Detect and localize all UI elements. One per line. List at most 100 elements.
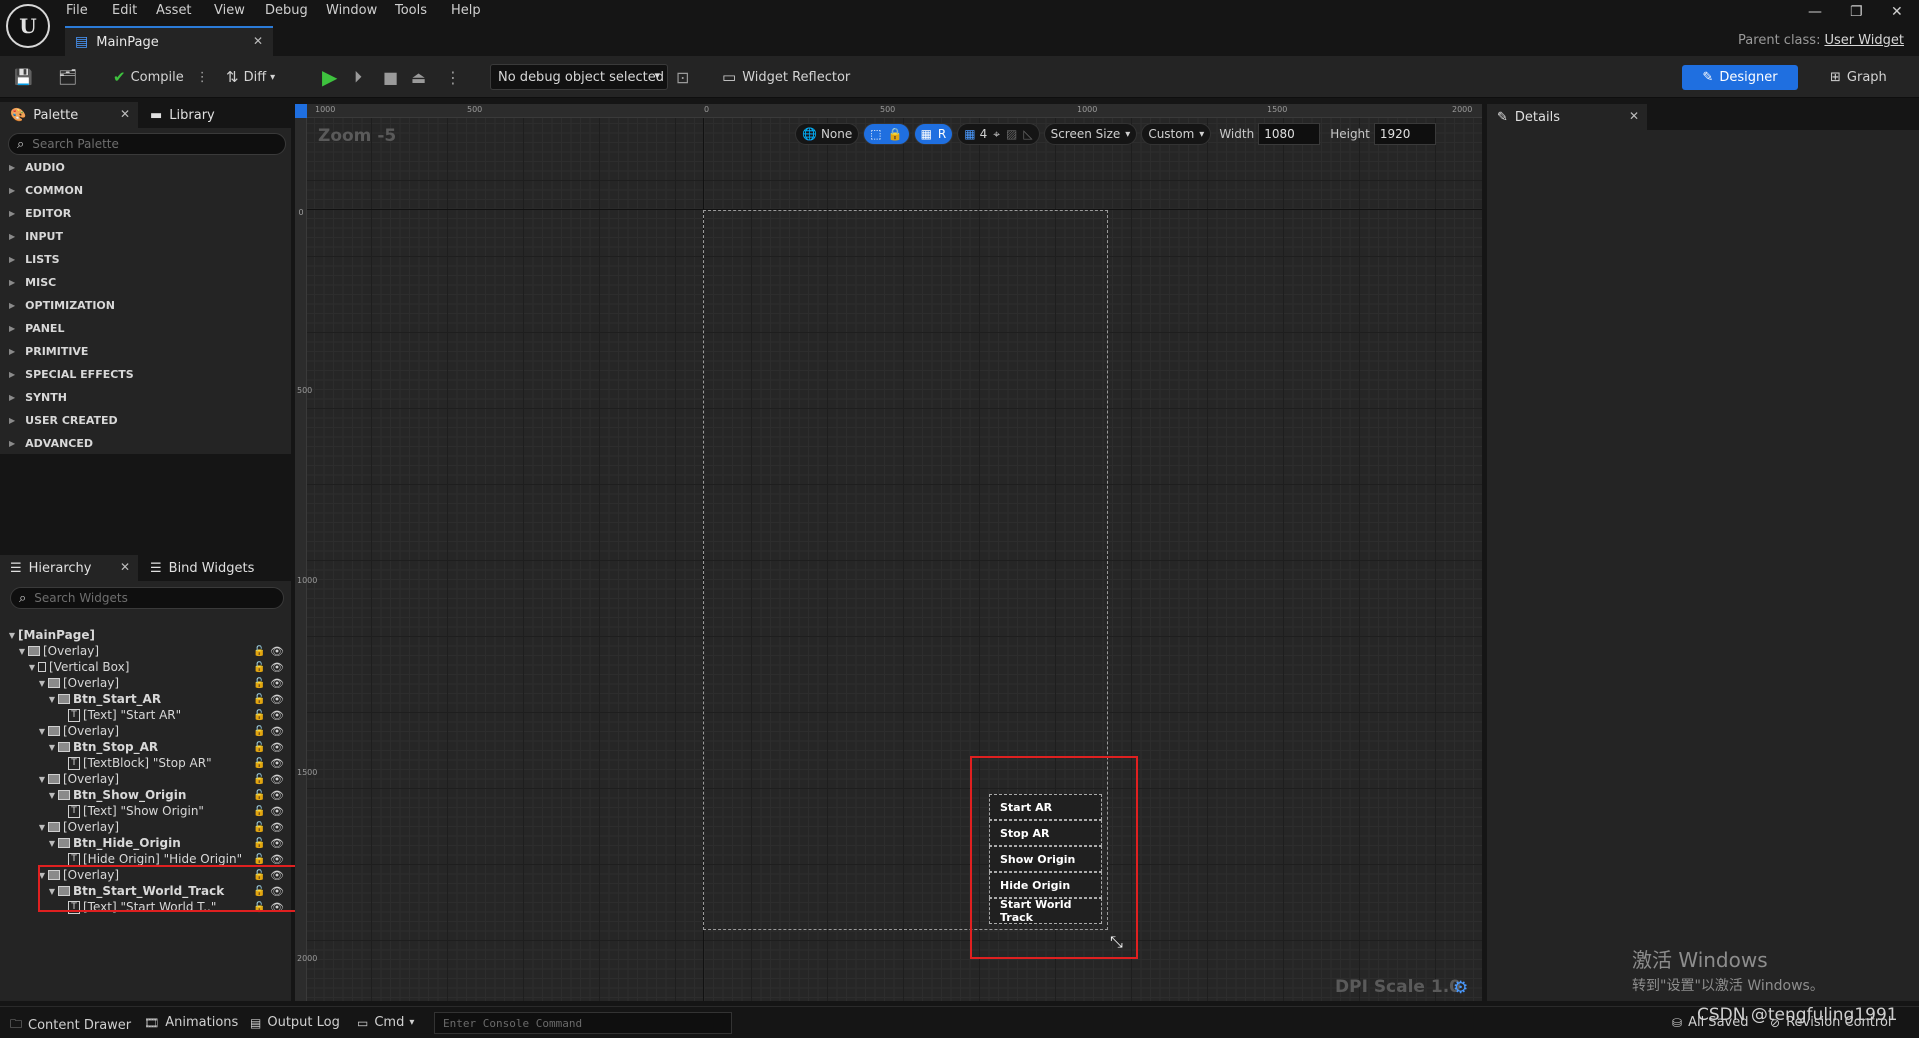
- collapse-arrow-icon[interactable]: ▼: [26, 663, 38, 672]
- palette-category[interactable]: ▶ COMMON: [0, 179, 290, 202]
- palette-category[interactable]: ▶ LISTS: [0, 248, 290, 271]
- hierarchy-row[interactable]: ▼ [Overlay] 🔓 👁: [0, 675, 290, 691]
- visibility-eye-icon[interactable]: 👁: [270, 725, 284, 738]
- palette-category[interactable]: ▶ USER CREATED: [0, 409, 290, 432]
- palette-category[interactable]: ▶ SPECIAL EFFECTS: [0, 363, 290, 386]
- visibility-eye-icon[interactable]: 👁: [270, 837, 284, 850]
- animations-button[interactable]: 🎞 Animations: [144, 1015, 238, 1030]
- menu-debug[interactable]: Debug: [265, 3, 308, 18]
- stop-button[interactable]: ■: [383, 64, 398, 90]
- visibility-eye-icon[interactable]: 👁: [270, 709, 284, 722]
- unlock-icon[interactable]: 🔓: [253, 854, 265, 865]
- tab-hierarchy[interactable]: ☰ Hierarchy ✕: [0, 555, 138, 581]
- palette-category[interactable]: ▶ MISC: [0, 271, 290, 294]
- compile-options-icon[interactable]: ⋮: [196, 70, 209, 85]
- debug-find-button[interactable]: ⊡: [676, 64, 689, 90]
- collapse-arrow-icon[interactable]: ▼: [36, 727, 48, 736]
- palette-category[interactable]: ▶ OPTIMIZATION: [0, 294, 290, 317]
- unlock-icon[interactable]: 🔓: [253, 694, 265, 705]
- visibility-eye-icon[interactable]: 👁: [270, 773, 284, 786]
- browse-button[interactable]: 🗂: [58, 64, 77, 90]
- collapse-arrow-icon[interactable]: ▼: [46, 839, 58, 848]
- diff-button[interactable]: ⇅ Diff ▾: [226, 64, 275, 90]
- visibility-eye-icon[interactable]: 👁: [270, 821, 284, 834]
- save-button[interactable]: 💾: [14, 64, 33, 90]
- close-tab-icon[interactable]: ✕: [1629, 109, 1639, 123]
- console-command-input[interactable]: Enter Console Command: [434, 1012, 732, 1034]
- close-window-icon[interactable]: ✕: [1891, 4, 1903, 20]
- restore-icon[interactable]: ❐: [1850, 4, 1863, 20]
- tab-details[interactable]: ✎ Details ✕: [1487, 104, 1647, 130]
- menu-edit[interactable]: Edit: [112, 3, 137, 18]
- visibility-eye-icon[interactable]: 👁: [270, 645, 284, 658]
- hierarchy-row[interactable]: ▼ [Overlay] 🔓 👁: [0, 771, 290, 787]
- tab-palette[interactable]: 🎨 Palette ✕: [0, 102, 138, 128]
- unlock-icon[interactable]: 🔓: [253, 790, 265, 801]
- unlock-icon[interactable]: 🔓: [253, 710, 265, 721]
- collapse-arrow-icon[interactable]: ▼: [46, 791, 58, 800]
- hierarchy-search-input[interactable]: ⌕ Search Widgets: [10, 587, 284, 609]
- unlock-icon[interactable]: 🔓: [253, 774, 265, 785]
- collapse-arrow-icon[interactable]: ▼: [46, 695, 58, 704]
- visibility-eye-icon[interactable]: 👁: [270, 661, 284, 674]
- collapse-arrow-icon[interactable]: ▼: [36, 775, 48, 784]
- hierarchy-row[interactable]: ▼ [Overlay] 🔓 👁: [0, 819, 290, 835]
- unlock-icon[interactable]: 🔓: [253, 726, 265, 737]
- unlock-icon[interactable]: 🔓: [253, 646, 265, 657]
- menu-tools[interactable]: Tools: [395, 3, 427, 18]
- collapse-arrow-icon[interactable]: ▼: [36, 679, 48, 688]
- visibility-eye-icon[interactable]: 👁: [270, 805, 284, 818]
- palette-category[interactable]: ▶ EDITOR: [0, 202, 290, 225]
- hierarchy-row[interactable]: ▼ [Overlay] 🔓 👁: [0, 723, 290, 739]
- outline-toggle-button[interactable]: ▦ R: [913, 123, 954, 145]
- play-button[interactable]: ▶: [322, 64, 337, 90]
- content-drawer-button[interactable]: 🗀 Content Drawer: [10, 1015, 131, 1036]
- palette-search-input[interactable]: ⌕ Search Palette: [8, 133, 286, 155]
- visibility-eye-icon[interactable]: 👁: [270, 741, 284, 754]
- collapse-arrow-icon[interactable]: ▼: [36, 823, 48, 832]
- width-input[interactable]: 1080: [1258, 123, 1321, 145]
- close-tab-icon[interactable]: ✕: [120, 107, 130, 121]
- visibility-eye-icon[interactable]: 👁: [270, 853, 284, 866]
- unlock-icon[interactable]: 🔓: [253, 758, 265, 769]
- designer-mode-button[interactable]: ✎ Designer: [1682, 65, 1798, 90]
- palette-category[interactable]: ▶ PRIMITIVE: [0, 340, 290, 363]
- unreal-logo-icon[interactable]: U: [6, 4, 50, 48]
- widget-reflector-button[interactable]: ▭ Widget Reflector: [722, 64, 850, 90]
- tab-bind-widgets[interactable]: ☰ Bind Widgets: [140, 555, 290, 581]
- visibility-eye-icon[interactable]: 👁: [270, 789, 284, 802]
- designer-canvas[interactable]: 1000 500 0 500 1000 1500 2000 0 500 1000…: [295, 104, 1482, 1001]
- tab-library[interactable]: ▬ Library: [140, 102, 290, 128]
- close-tab-icon[interactable]: ✕: [253, 34, 263, 48]
- hierarchy-row[interactable]: T [Text] "Show Origin" 🔓 👁: [0, 803, 290, 819]
- step-button[interactable]: ⏵: [354, 64, 362, 90]
- unlock-icon[interactable]: 🔓: [253, 662, 265, 673]
- unlock-icon[interactable]: 🔓: [253, 742, 265, 753]
- palette-category[interactable]: ▶ INPUT: [0, 225, 290, 248]
- visibility-eye-icon[interactable]: 👁: [270, 677, 284, 690]
- hierarchy-row[interactable]: T [Text] "Start AR" 🔓 👁: [0, 707, 290, 723]
- palette-category[interactable]: ▶ SYNTH: [0, 386, 290, 409]
- respect-locks-button[interactable]: ⬚ 🔒: [863, 123, 910, 145]
- hierarchy-row[interactable]: ▼ Btn_Hide_Origin 🔓 👁: [0, 835, 290, 851]
- menu-help[interactable]: Help: [451, 3, 481, 18]
- unlock-icon[interactable]: 🔓: [253, 678, 265, 689]
- unlock-icon[interactable]: 🔓: [253, 806, 265, 817]
- play-options-button[interactable]: ⋮: [445, 64, 461, 90]
- menu-view[interactable]: View: [214, 3, 245, 18]
- palette-category[interactable]: ▶ PANEL: [0, 317, 290, 340]
- grid-snap-button[interactable]: ▦ 4 ⌖ ▨ ◺: [957, 123, 1040, 145]
- collapse-arrow-icon[interactable]: ▼: [16, 647, 28, 656]
- debug-object-select[interactable]: No debug object selected ▾: [490, 64, 668, 90]
- hierarchy-row[interactable]: ▼ Btn_Start_AR 🔓 👁: [0, 691, 290, 707]
- menu-window[interactable]: Window: [326, 3, 377, 18]
- eject-button[interactable]: ⏏: [411, 64, 426, 90]
- menu-file[interactable]: File: [66, 3, 88, 18]
- unlock-icon[interactable]: 🔓: [253, 822, 265, 833]
- compile-button[interactable]: ✔ Compile ⋮: [113, 64, 209, 90]
- localization-preview-button[interactable]: 🌐 None: [795, 123, 860, 145]
- close-tab-icon[interactable]: ✕: [120, 560, 130, 574]
- parent-class-link[interactable]: User Widget: [1824, 33, 1904, 48]
- hierarchy-row[interactable]: ▼ [Overlay] 🔓 👁: [0, 643, 290, 659]
- hierarchy-row[interactable]: ▼ [MainPage]: [0, 627, 290, 643]
